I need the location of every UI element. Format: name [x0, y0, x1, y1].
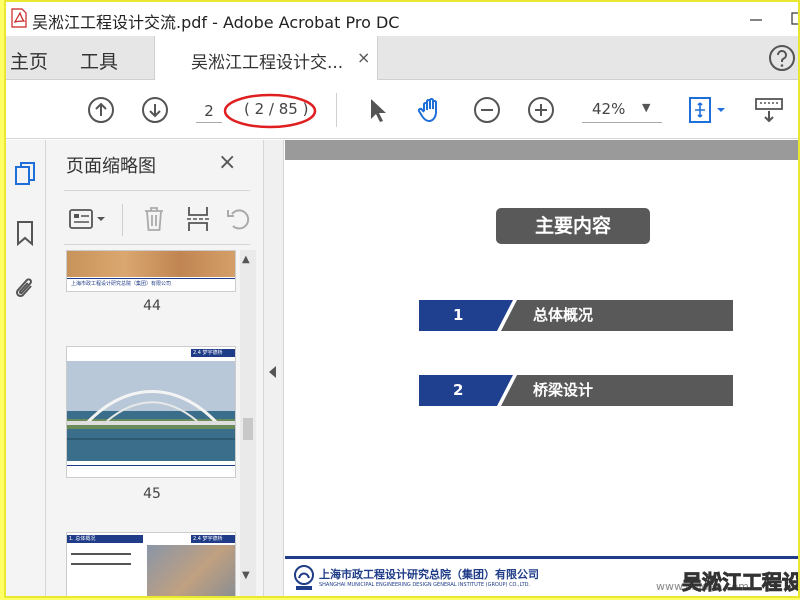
chevron-down-icon: ▼: [642, 101, 651, 114]
thumbnail-page-45[interactable]: 2.4 梦宇德桥: [66, 346, 236, 478]
thumbnail-page-46[interactable]: 1. 总体概况 2.4 梦宇德桥: [66, 532, 236, 596]
hand-tool-icon[interactable]: [416, 95, 446, 125]
panel-title: 页面缩略图: [66, 156, 156, 177]
thumbnail-header-bar: 2.4 梦宇德桥: [191, 349, 235, 357]
slide-footer-line: [285, 556, 798, 559]
thumbnail-header-bar: 2.4 梦宇德桥: [191, 535, 235, 543]
select-cursor-icon[interactable]: [362, 95, 392, 125]
window-title: 吴淞江工程设计交流.pdf - Adobe Acrobat Pro DC: [32, 13, 400, 32]
document-tab-label: 吴淞江工程设计交...: [191, 53, 344, 73]
contents-item-1: 1 总体概况: [419, 300, 733, 331]
toolbar-separator: [336, 93, 337, 127]
acrobat-window: 吴淞江工程设计交流.pdf - Adobe Acrobat Pro DC 主页 …: [4, 0, 800, 598]
tab-tools[interactable]: 工具: [80, 47, 118, 74]
scroll-up-icon[interactable]: ▲: [242, 254, 250, 265]
navigation-rail: [6, 140, 46, 596]
bookmark-icon[interactable]: [12, 218, 38, 248]
institute-logo-icon: [294, 565, 314, 590]
thumbnail-text-line: [71, 563, 131, 565]
thumbnail-header-text: 2.4 梦宇德桥: [193, 536, 223, 542]
slide-title: 主要内容: [496, 208, 650, 244]
help-icon[interactable]: [768, 44, 796, 72]
thumbnail-page-44[interactable]: 上海市政工程设计研究总院（集团）有限公司: [66, 250, 236, 292]
maximize-icon[interactable]: [778, 6, 800, 32]
title-bar: 吴淞江工程设计交流.pdf - Adobe Acrobat Pro DC: [6, 2, 798, 36]
page-number-input[interactable]: 2: [196, 99, 222, 123]
item-number: 1: [453, 306, 464, 324]
tools-separator: [122, 204, 123, 236]
zoom-in-icon[interactable]: [526, 95, 556, 125]
next-page-icon[interactable]: [140, 95, 170, 125]
thumbnail-header-text: 1. 总体概况: [69, 536, 96, 542]
tab-home[interactable]: 主页: [10, 47, 48, 74]
extract-pages-icon[interactable]: [184, 204, 212, 234]
document-view: 主要内容 1 总体概况 2 桥梁设计 上海市政工程设计研究总院（集团）有限公司 …: [285, 140, 798, 596]
thumbnail-map-image: [147, 545, 235, 596]
options-menu-icon[interactable]: [68, 204, 108, 234]
slide-footer-text: 上海市政工程设计研究总院（集团）有限公司: [319, 568, 539, 581]
minimize-icon[interactable]: [734, 6, 778, 32]
menu-tab-bar: 主页 工具 吴淞江工程设计交... ×: [6, 36, 798, 80]
red-annotation-ellipse: [223, 93, 317, 129]
previous-page-icon[interactable]: [86, 95, 116, 125]
scrollbar-thumb[interactable]: [243, 418, 253, 440]
thumbnails-scrollbar[interactable]: ▲ ▼: [240, 250, 256, 596]
bridge-photo-icon: [67, 361, 235, 461]
thumbnails-panel: 页面缩略图 × 上海市政工程设计研究总院（集团）有限公司 44 2.4 梦宇德桥…: [46, 140, 264, 596]
thumbnail-footer-line: [67, 465, 235, 466]
slide-footer-subtext: SHANGHAI MUNICIPAL ENGINEERING DESIGN GE…: [319, 582, 531, 588]
zoom-out-icon[interactable]: [472, 95, 502, 125]
thumbnail-text-line: [71, 553, 131, 555]
document-tab[interactable]: 吴淞江工程设计交... ×: [154, 36, 378, 80]
keyboard-download-icon[interactable]: [754, 95, 784, 125]
contents-item-2: 2 桥梁设计: [419, 375, 733, 406]
collapse-arrow-icon[interactable]: [269, 366, 276, 378]
thumbnail-number: 44: [143, 298, 161, 314]
previous-page-edge: [285, 140, 798, 160]
zoom-value: 42%: [592, 100, 626, 118]
item-label: 桥梁设计: [533, 381, 594, 399]
fit-page-icon[interactable]: [686, 95, 730, 125]
panel-divider: [64, 190, 250, 191]
item-number: 2: [453, 381, 464, 399]
delete-icon[interactable]: [140, 204, 168, 234]
watermark-text: 吴淞江工程设: [682, 570, 800, 595]
document-tab-close-icon[interactable]: ×: [357, 48, 370, 67]
scroll-down-icon[interactable]: ▼: [242, 570, 250, 581]
pdf-page: 主要内容 1 总体概况 2 桥梁设计 上海市政工程设计研究总院（集团）有限公司 …: [285, 160, 798, 596]
panel-divider: [64, 244, 250, 245]
thumbnails-list: 上海市政工程设计研究总院（集团）有限公司 44 2.4 梦宇德桥 45 1. 总…: [64, 250, 240, 596]
thumbnail-image: [67, 251, 235, 277]
panel-toolbar: [64, 198, 250, 242]
attachment-icon[interactable]: [12, 274, 38, 304]
thumbnail-number: 45: [143, 486, 161, 502]
thumbnail-header-text: 2.4 梦宇德桥: [193, 350, 223, 356]
thumbnail-header-bar: 1. 总体概况: [67, 535, 143, 543]
thumbnail-footer-line: [67, 278, 235, 279]
toolbar: 2 ( 2 / 85 ) 42% ▼: [6, 81, 798, 139]
rotate-icon[interactable]: [224, 204, 252, 234]
panel-close-icon[interactable]: ×: [218, 150, 236, 175]
thumbnail-footer-text: 上海市政工程设计研究总院（集团）有限公司: [71, 281, 172, 287]
item-label: 总体概况: [533, 306, 594, 324]
acrobat-pdf-icon: [11, 8, 27, 28]
panel-collapse-strip[interactable]: [264, 140, 284, 596]
page-thumbnails-icon[interactable]: [12, 160, 38, 190]
zoom-select[interactable]: 42% ▼: [582, 97, 662, 123]
